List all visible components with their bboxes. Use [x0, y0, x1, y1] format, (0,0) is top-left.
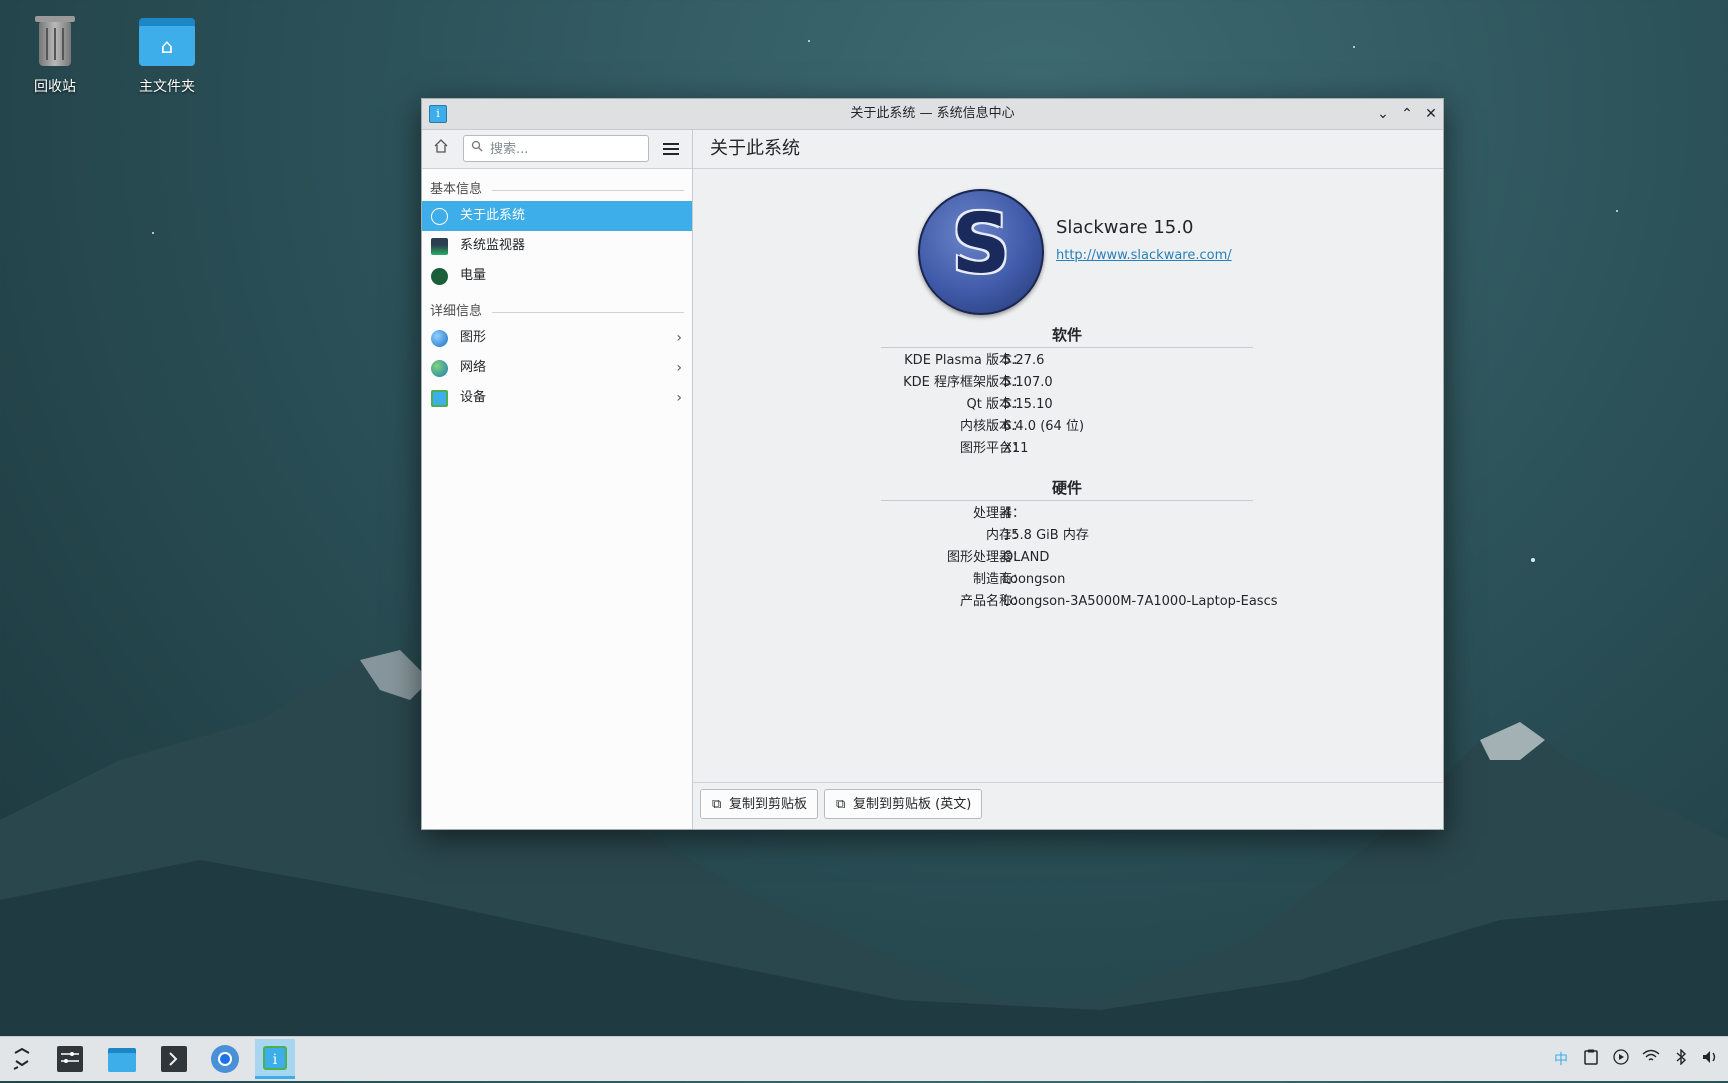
input-method-indicator[interactable]: 中	[1551, 1049, 1571, 1069]
star	[1353, 46, 1355, 48]
logo-letter: S	[951, 197, 1011, 292]
hamburger-menu-button[interactable]	[660, 138, 682, 160]
os-url-link[interactable]: http://www.slackware.com/	[1056, 248, 1232, 263]
sidebar-item-label: 系统监视器	[460, 238, 526, 253]
clipboard-icon[interactable]	[1581, 1049, 1601, 1069]
home-button[interactable]	[430, 138, 452, 160]
star	[152, 232, 154, 234]
search-field[interactable]	[463, 135, 649, 162]
chevron-right-icon: ›	[676, 330, 682, 346]
search-input[interactable]	[488, 139, 642, 160]
star	[1531, 558, 1535, 562]
window-titlebar[interactable]: i 关于此系统 — 系统信息中心 ⌄ ⌃ ✕	[422, 99, 1443, 130]
close-button[interactable]: ✕	[1420, 103, 1442, 125]
section-title-basic: 基本信息	[422, 179, 692, 201]
info-row: 产品名称： Loongson-3A5000M-7A1000-Laptop-Easc…	[959, 594, 1278, 609]
sidebar-item-label: 设备	[460, 390, 487, 405]
graphics-icon	[431, 330, 448, 347]
desktop-home-folder[interactable]: ⌂ 主文件夹	[122, 12, 212, 96]
maximize-button[interactable]: ⌃	[1396, 103, 1418, 125]
window-title: 关于此系统 — 系统信息中心	[850, 106, 1015, 121]
bluetooth-icon[interactable]	[1671, 1048, 1691, 1069]
terminal-icon[interactable]	[154, 1039, 194, 1079]
desktop-icon-label: 回收站	[34, 79, 76, 95]
action-bar: ⧉ 复制到剪贴板 ⧉ 复制到剪贴板 (英文)	[693, 782, 1443, 829]
desktop-trash[interactable]: 回收站	[10, 12, 100, 96]
section-title-detailed: 详细信息	[422, 301, 692, 323]
network-icon	[431, 360, 448, 377]
main-panel: 关于此系统 S Slackware 15.0 http://www.slackw…	[693, 130, 1443, 829]
chevron-right-icon: ›	[676, 390, 682, 406]
minimize-button[interactable]: ⌄	[1372, 103, 1394, 125]
info-row: KDE 程序框架版本： 5.107.0	[903, 375, 1053, 390]
sidebar-item-network[interactable]: 网络 ›	[422, 353, 692, 383]
trash-icon	[25, 12, 85, 72]
taskbar: i 中	[0, 1036, 1728, 1081]
home-folder-icon: ⌂	[137, 12, 197, 72]
sidebar-item-system-monitor[interactable]: 系统监视器	[422, 231, 692, 261]
star	[808, 40, 810, 42]
info-row: 内核版本： 6.4.0 (64 位)	[959, 419, 1085, 434]
desktop-icon-label: 主文件夹	[139, 79, 195, 95]
sidebar-header	[422, 130, 692, 169]
copy-icon: ⧉	[836, 797, 846, 812]
info-icon	[431, 208, 448, 225]
energy-icon	[431, 268, 448, 285]
system-monitor-icon	[431, 238, 448, 255]
sidebar-item-label: 网络	[460, 360, 487, 375]
hardware-section: 硬件 处理器： 4 内存： 15.8 GiB 内存 图形处理器： OLAND 制造商：…	[881, 476, 1278, 613]
sidebar-item-energy[interactable]: 电量	[422, 261, 692, 291]
wifi-icon[interactable]	[1641, 1049, 1661, 1067]
home-icon	[434, 139, 448, 153]
info-row: 内存： 15.8 GiB 内存	[985, 528, 1089, 543]
info-center-icon[interactable]: i	[255, 1039, 295, 1079]
info-center-window: i 关于此系统 — 系统信息中心 ⌄ ⌃ ✕ 基本信息 关于此系统	[421, 98, 1444, 830]
media-player-icon[interactable]	[1611, 1049, 1631, 1069]
file-manager-icon[interactable]	[102, 1039, 142, 1079]
sidebar-item-devices[interactable]: 设备 ›	[422, 383, 692, 413]
copy-to-clipboard-button[interactable]: ⧉ 复制到剪贴板	[700, 789, 819, 819]
chevron-right-icon: ›	[676, 360, 682, 376]
search-icon	[471, 140, 483, 156]
copy-icon: ⧉	[712, 797, 722, 812]
page-title: 关于此系统	[693, 130, 1443, 169]
info-row: KDE Plasma 版本： 5.27.6	[904, 353, 1045, 368]
star	[1616, 210, 1618, 212]
devices-icon	[431, 390, 448, 407]
os-name: Slackware 15.0	[1056, 217, 1194, 238]
sidebar-item-label: 图形	[460, 330, 487, 345]
slackware-logo: S	[918, 189, 1044, 315]
copy-to-clipboard-english-button[interactable]: ⧉ 复制到剪贴板 (英文)	[824, 789, 983, 819]
sidebar-item-about-system[interactable]: 关于此系统	[422, 201, 692, 231]
info-row: Qt 版本： 5.15.10	[966, 397, 1053, 412]
info-row: 制造商： Loongson	[972, 572, 1066, 587]
software-heading: 软件	[881, 323, 1253, 348]
info-row: 处理器： 4	[972, 506, 1025, 521]
volume-icon[interactable]	[1700, 1049, 1720, 1069]
chromium-icon[interactable]	[205, 1039, 245, 1079]
software-section: 软件 KDE Plasma 版本： 5.27.6 KDE 程序框架版本： 5.107…	[881, 323, 1253, 460]
hardware-heading: 硬件	[881, 476, 1253, 501]
svg-text:i: i	[273, 1052, 278, 1068]
info-row: 图形平台： X11	[959, 441, 1029, 456]
sidebar-item-label: 电量	[460, 268, 487, 283]
system-settings-icon[interactable]	[50, 1039, 90, 1079]
app-launcher-icon[interactable]	[2, 1039, 42, 1079]
sidebar-item-label: 关于此系统	[460, 208, 526, 223]
info-row: 图形处理器： OLAND	[946, 550, 1050, 565]
sidebar: 基本信息 关于此系统 系统监视器 电量 详细信息 图形 › 网络 › 设备 ›	[422, 130, 693, 829]
sidebar-item-graphics[interactable]: 图形 ›	[422, 323, 692, 353]
